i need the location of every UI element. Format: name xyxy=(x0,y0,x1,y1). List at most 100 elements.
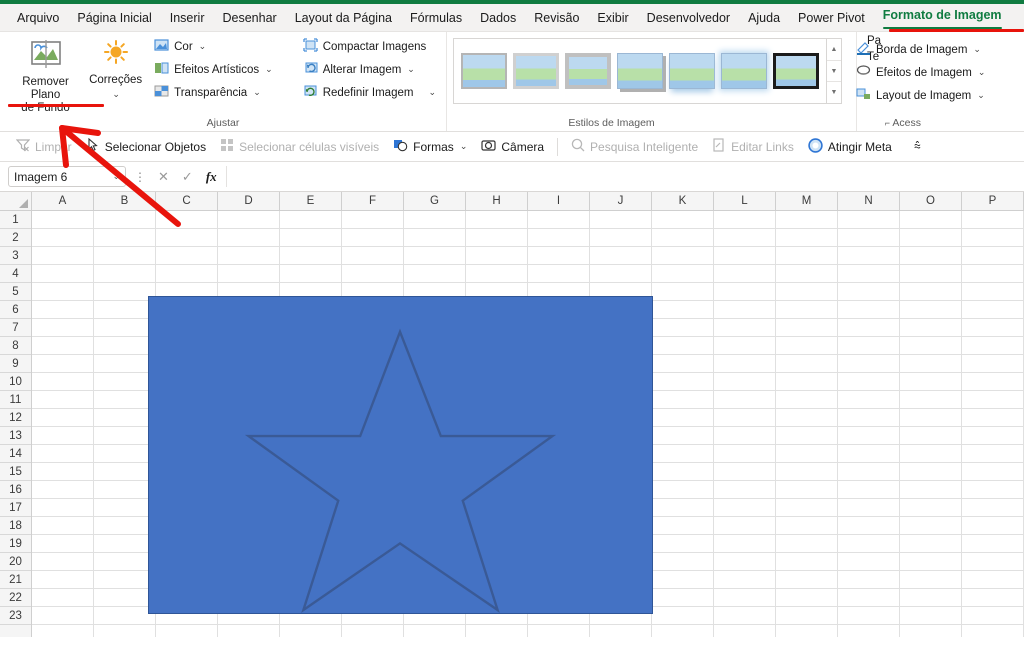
column-header-G[interactable]: G xyxy=(404,192,466,210)
row-header-16[interactable]: 16 xyxy=(0,481,31,499)
goal-seek-button[interactable]: Atingir Meta xyxy=(802,135,898,159)
gallery-scroll-up-icon[interactable]: ▲ xyxy=(827,39,841,61)
picture-style-reflected-rounded-rectangle[interactable] xyxy=(669,53,715,89)
chevron-down-icon[interactable]: ⌄ xyxy=(112,171,120,182)
chevron-down-icon[interactable]: ⌄ xyxy=(407,64,415,75)
column-header-N[interactable]: N xyxy=(838,192,900,210)
chevron-down-icon[interactable]: ⌄ xyxy=(973,44,981,55)
picture-style-soft-edge-oval[interactable] xyxy=(721,53,767,89)
tab-layout-da-pagina[interactable]: Layout da Página xyxy=(286,5,401,31)
row-header-2[interactable]: 2 xyxy=(0,229,31,247)
formula-bar-drag-handle[interactable]: ⋮ xyxy=(131,170,149,184)
select-all-corner[interactable] xyxy=(0,192,32,210)
column-header-I[interactable]: I xyxy=(528,192,590,210)
column-header-P[interactable]: P xyxy=(962,192,1024,210)
row-header-12[interactable]: 12 xyxy=(0,409,31,427)
gallery-scroll-down-icon[interactable]: ▼ xyxy=(827,61,841,83)
row-header-7[interactable]: 7 xyxy=(0,319,31,337)
picture-style-double-frame-black[interactable] xyxy=(773,53,819,89)
picture-imagem-6[interactable] xyxy=(148,296,653,614)
edit-links-button[interactable]: Editar Links xyxy=(706,135,800,158)
column-header-B[interactable]: B xyxy=(94,192,156,210)
tab-power-pivot[interactable]: Power Pivot xyxy=(789,5,874,31)
row-header-22[interactable]: 22 xyxy=(0,589,31,607)
row-header-8[interactable]: 8 xyxy=(0,337,31,355)
column-header-M[interactable]: M xyxy=(776,192,838,210)
toolbar-overflow-button[interactable]: ⩯ xyxy=(900,136,927,157)
tab-desenvolvedor[interactable]: Desenvolvedor xyxy=(638,5,739,31)
gallery-expand-icon[interactable]: ▼ xyxy=(827,82,841,103)
clear-button[interactable]: Limpar xyxy=(10,135,78,158)
column-header-J[interactable]: J xyxy=(590,192,652,210)
column-header-A[interactable]: A xyxy=(32,192,94,210)
transparency-button[interactable]: Transparência ⌄ xyxy=(150,81,277,104)
camera-button[interactable]: Câmera xyxy=(475,135,550,158)
chevron-down-icon[interactable]: ⌄ xyxy=(977,90,985,101)
grid-cells[interactable] xyxy=(32,211,1024,637)
reset-picture-button[interactable]: Redefinir Imagem ⌄ xyxy=(299,81,440,104)
tab-pagina-inicial[interactable]: Página Inicial xyxy=(68,5,160,31)
chevron-down-icon[interactable]: ⌄ xyxy=(978,67,986,78)
tab-arquivo[interactable]: Arquivo xyxy=(8,5,68,31)
remove-background-button[interactable]: Remover Plano de Fundo xyxy=(6,35,85,115)
chevron-down-icon[interactable]: ⌄ xyxy=(428,87,436,98)
artistic-effects-button[interactable]: Efeitos Artísticos ⌄ xyxy=(150,58,277,81)
tab-desenhar[interactable]: Desenhar xyxy=(213,5,285,31)
tab-revisao[interactable]: Revisão xyxy=(525,5,588,31)
row-header-5[interactable]: 5 xyxy=(0,283,31,301)
row-header-23[interactable]: 23 xyxy=(0,607,31,625)
select-objects-button[interactable]: Selecionar Objetos xyxy=(80,135,212,158)
tab-ajuda[interactable]: Ajuda xyxy=(739,5,789,31)
name-box[interactable]: Imagem 6 ⌄ xyxy=(8,166,126,187)
row-header-11[interactable]: 11 xyxy=(0,391,31,409)
row-header-19[interactable]: 19 xyxy=(0,535,31,553)
smart-lookup-button[interactable]: Pesquisa Inteligente xyxy=(565,135,704,158)
row-header-14[interactable]: 14 xyxy=(0,445,31,463)
shapes-button[interactable]: Formas ⌄ xyxy=(387,135,473,158)
column-header-K[interactable]: K xyxy=(652,192,714,210)
confirm-entry-button[interactable]: ✓ xyxy=(178,169,197,185)
picture-styles-gallery[interactable] xyxy=(453,38,827,104)
chevron-down-icon[interactable]: ⌄ xyxy=(253,87,261,98)
formula-input[interactable] xyxy=(225,166,1020,187)
tab-inserir[interactable]: Inserir xyxy=(161,5,214,31)
column-header-C[interactable]: C xyxy=(156,192,218,210)
row-header-1[interactable]: 1 xyxy=(0,211,31,229)
row-header-20[interactable]: 20 xyxy=(0,553,31,571)
picture-style-simple-frame-white[interactable] xyxy=(461,53,507,89)
compress-pictures-button[interactable]: Compactar Imagens xyxy=(299,35,440,58)
row-header-18[interactable]: 18 xyxy=(0,517,31,535)
row-header-17[interactable]: 17 xyxy=(0,499,31,517)
gallery-scrollbar[interactable]: ▲ ▼ ▼ xyxy=(827,38,842,104)
corrections-button[interactable]: Correções ⌄ xyxy=(89,35,142,100)
insert-function-button[interactable]: fx xyxy=(202,169,221,185)
chevron-down-icon[interactable]: ⌄ xyxy=(265,64,273,75)
chevron-down-icon[interactable]: ⌄ xyxy=(199,41,207,52)
column-header-D[interactable]: D xyxy=(218,192,280,210)
picture-style-metal-frame[interactable] xyxy=(565,53,611,89)
column-header-E[interactable]: E xyxy=(280,192,342,210)
row-header-10[interactable]: 10 xyxy=(0,373,31,391)
row-header-13[interactable]: 13 xyxy=(0,427,31,445)
cancel-entry-button[interactable]: ✕ xyxy=(154,169,173,185)
chevron-down-icon[interactable]: ⌄ xyxy=(112,89,120,100)
color-button[interactable]: Cor ⌄ xyxy=(150,35,277,58)
column-header-F[interactable]: F xyxy=(342,192,404,210)
tab-formato-de-imagem[interactable]: Formato de Imagem xyxy=(874,2,1011,33)
row-header-9[interactable]: 9 xyxy=(0,355,31,373)
dialog-launcher-icon[interactable]: ⌐ xyxy=(885,118,890,128)
row-header-15[interactable]: 15 xyxy=(0,463,31,481)
picture-style-beveled-matte-white[interactable] xyxy=(513,53,559,89)
row-header-6[interactable]: 6 xyxy=(0,301,31,319)
select-visible-cells-button[interactable]: Selecionar células visíveis xyxy=(214,135,385,158)
tab-formulas[interactable]: Fórmulas xyxy=(401,5,471,31)
change-picture-button[interactable]: Alterar Imagem ⌄ xyxy=(299,58,440,81)
column-header-H[interactable]: H xyxy=(466,192,528,210)
row-header-21[interactable]: 21 xyxy=(0,571,31,589)
row-header-3[interactable]: 3 xyxy=(0,247,31,265)
chevron-down-icon[interactable]: ⌄ xyxy=(460,141,468,152)
picture-style-drop-shadow-rectangle[interactable] xyxy=(617,53,663,89)
tab-exibir[interactable]: Exibir xyxy=(588,5,637,31)
column-header-O[interactable]: O xyxy=(900,192,962,210)
column-header-L[interactable]: L xyxy=(714,192,776,210)
